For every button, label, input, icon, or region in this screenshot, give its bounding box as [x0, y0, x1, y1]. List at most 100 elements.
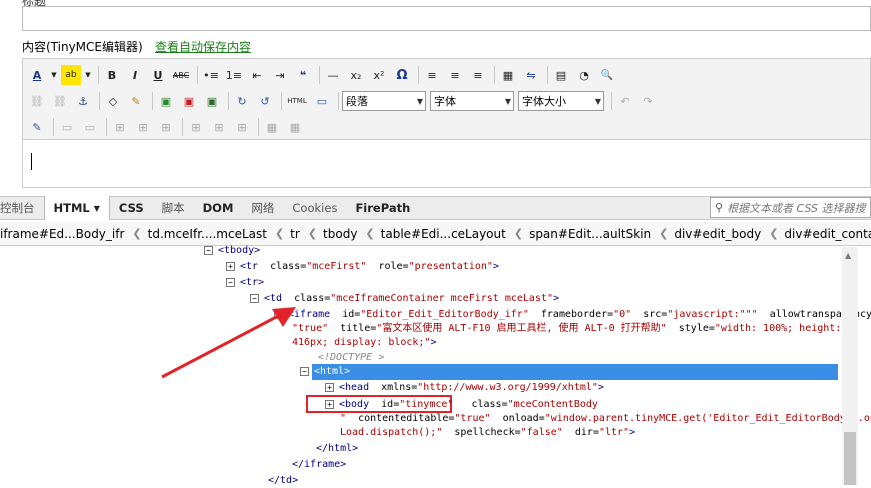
col-before-icon[interactable]: ⊞: [186, 117, 206, 137]
find-icon[interactable]: ▦: [498, 65, 518, 85]
separator: [99, 92, 100, 110]
image-icon[interactable]: ▣: [156, 91, 176, 111]
breadcrumb-item[interactable]: td.mceIfr....mceLast: [142, 227, 275, 241]
toolbar-row-3: ✎ ▭ ▭ ⊞ ⊞ ⊞ ⊞ ⊞ ⊞ ▦ ▦: [23, 114, 308, 140]
bullet-list-icon[interactable]: •≡: [201, 65, 221, 85]
unlink-icon[interactable]: ⛓: [50, 91, 70, 111]
breadcrumb-item[interactable]: div#edit_body: [668, 227, 769, 241]
firebug-search-input[interactable]: ⚲ 根据文本或者 CSS 选择器搜: [710, 197, 871, 218]
insert-time-icon[interactable]: ◔: [574, 65, 594, 85]
scrollbar-thumb[interactable]: [844, 432, 856, 485]
font-family-select-value: 字体: [434, 95, 456, 108]
align-center-icon[interactable]: ≡: [445, 65, 465, 85]
chevron-down-icon[interactable]: ▼: [84, 65, 92, 85]
blockquote-icon[interactable]: ❝: [293, 65, 313, 85]
vertical-scrollbar[interactable]: ▲: [842, 247, 858, 485]
preview-icon[interactable]: 🔍: [597, 65, 617, 85]
align-left-icon[interactable]: ≡: [422, 65, 442, 85]
replace-icon[interactable]: ⇋: [521, 65, 541, 85]
tab-script[interactable]: 脚本: [153, 196, 194, 220]
separator: [611, 92, 612, 110]
align-right-icon[interactable]: ≡: [468, 65, 488, 85]
tab-net[interactable]: 网络: [242, 196, 283, 220]
tab-console[interactable]: 控制台: [0, 196, 44, 220]
tab-dom[interactable]: DOM: [194, 196, 243, 220]
chevron-down-icon[interactable]: ▼: [50, 65, 58, 85]
table-cell-icon[interactable]: ▭: [80, 117, 100, 137]
delete-row-icon[interactable]: ⊞: [156, 117, 176, 137]
font-color-icon[interactable]: A: [27, 65, 47, 85]
separator: [338, 92, 339, 110]
strikethrough-button[interactable]: ABC: [171, 65, 191, 85]
breadcrumb: iframe#Ed...Body_ifr ❮ td.mceIfr....mceLa…: [0, 222, 871, 246]
separator: [418, 66, 419, 84]
underline-button[interactable]: U: [148, 65, 168, 85]
separator: [281, 92, 282, 110]
chevron-left-icon: ❮: [132, 227, 142, 240]
undo-icon[interactable]: ↶: [615, 91, 635, 111]
row-before-icon[interactable]: ⊞: [110, 117, 130, 137]
tab-css[interactable]: CSS: [110, 196, 153, 220]
breadcrumb-item[interactable]: tr: [284, 227, 308, 241]
separator: [182, 118, 183, 136]
tab-cookies[interactable]: Cookies: [283, 196, 346, 220]
scroll-up-icon[interactable]: ▲: [845, 251, 851, 260]
font-family-select[interactable]: 字体 ▼: [430, 91, 514, 111]
html-source-button[interactable]: HTML: [285, 91, 309, 111]
italic-button[interactable]: I: [125, 65, 145, 85]
insert-date-icon[interactable]: ▤: [551, 65, 571, 85]
outdent-icon[interactable]: ⇤: [247, 65, 267, 85]
tab-html[interactable]: HTML ▼: [43, 196, 110, 220]
chevron-down-icon: ▼: [504, 96, 511, 106]
text-caret: [31, 153, 32, 170]
breadcrumb-item[interactable]: table#Edi...ceLayout: [375, 227, 514, 241]
insert-code-icon[interactable]: ↻: [232, 91, 252, 111]
film-icon[interactable]: ▣: [202, 91, 222, 111]
breadcrumb-item[interactable]: div#edit_container: [778, 227, 871, 241]
separator: [547, 66, 548, 84]
autosave-link[interactable]: 查看自动保存内容: [155, 38, 251, 55]
redo-icon[interactable]: ↷: [638, 91, 658, 111]
table-edit-icon[interactable]: ✎: [27, 117, 47, 137]
superscript-icon[interactable]: x²: [369, 65, 389, 85]
breadcrumb-item[interactable]: span#Edit...aultSkin: [523, 227, 659, 241]
toolbar-row-2: ⛓ ⛓ ⚓ ◇ ✎ ▣ ▣ ▣ ↻ ↺ HTML ▭ 段落 ▼ 字体 ▼ 字体大小 ▼…: [23, 88, 661, 114]
font-size-select[interactable]: 字体大小 ▼: [518, 91, 604, 111]
separator: [319, 66, 320, 84]
toolbar-row-1: A ▼ ab ▼ B I U ABC •≡ 1≡ ⇤ ⇥ ❝ — x₂ x² Ω…: [23, 62, 620, 88]
link-icon[interactable]: ⛓: [27, 91, 47, 111]
breadcrumb-item[interactable]: iframe#Ed...Body_ifr: [0, 227, 132, 241]
paragraph-select-value: 段落: [346, 95, 368, 108]
separator: [258, 118, 259, 136]
breadcrumb-item[interactable]: tbody: [317, 227, 365, 241]
separator: [106, 118, 107, 136]
paste-icon[interactable]: ↺: [255, 91, 275, 111]
special-char-icon[interactable]: Ω: [392, 65, 412, 85]
col-after-icon[interactable]: ⊞: [209, 117, 229, 137]
bold-button[interactable]: B: [102, 65, 122, 85]
clean-up-icon[interactable]: ✎: [126, 91, 146, 111]
split-cells-icon[interactable]: ▦: [262, 117, 282, 137]
table-props-icon[interactable]: ▭: [57, 117, 77, 137]
chevron-left-icon: ❮: [365, 227, 375, 240]
merge-cells-icon[interactable]: ▦: [285, 117, 305, 137]
tab-firepath[interactable]: FirePath: [346, 196, 419, 220]
chevron-left-icon: ❮: [307, 227, 318, 240]
anchor-icon[interactable]: ⚓: [73, 91, 93, 111]
numbered-list-icon[interactable]: 1≡: [224, 65, 244, 85]
media-icon[interactable]: ▣: [179, 91, 199, 111]
fullscreen-icon[interactable]: ▭: [312, 91, 332, 111]
eraser-icon[interactable]: ◇: [103, 91, 123, 111]
delete-col-icon[interactable]: ⊞: [232, 117, 252, 137]
chevron-down-icon: ▼: [416, 96, 423, 106]
editor-content-area[interactable]: [23, 139, 870, 187]
content-label: 内容(TinyMCE编辑器): [22, 40, 143, 54]
paragraph-select[interactable]: 段落 ▼: [342, 91, 426, 111]
search-icon: ⚲: [715, 201, 724, 214]
indent-icon[interactable]: ⇥: [270, 65, 290, 85]
horizontal-rule-icon[interactable]: —: [323, 65, 343, 85]
title-input[interactable]: [22, 6, 871, 31]
highlight-color-icon[interactable]: ab: [61, 65, 81, 85]
subscript-icon[interactable]: x₂: [346, 65, 366, 85]
row-after-icon[interactable]: ⊞: [133, 117, 153, 137]
